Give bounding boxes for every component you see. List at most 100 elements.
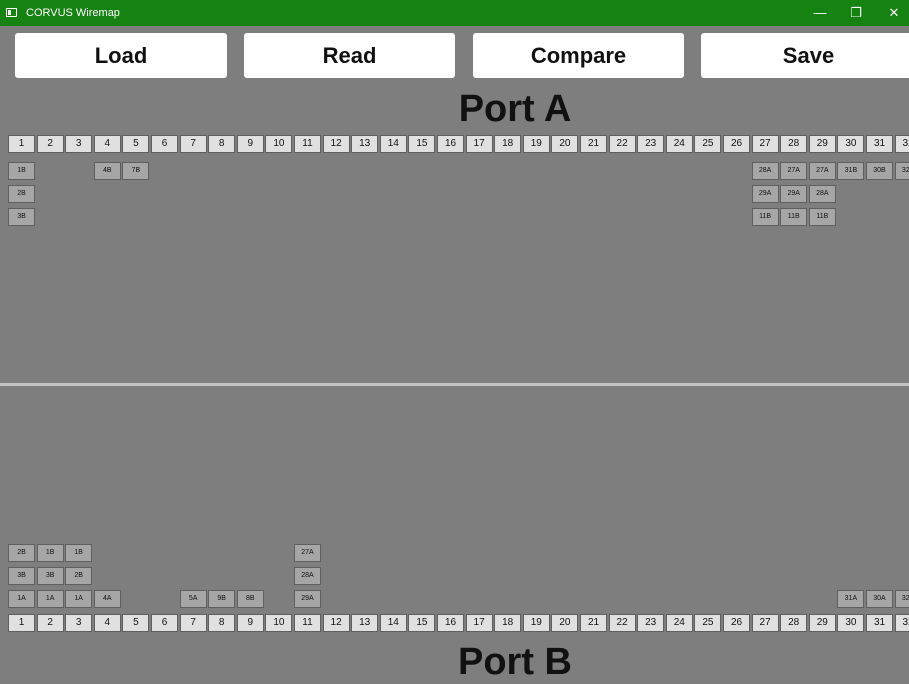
port-b-mapped-wire[interactable]: 1B [36, 544, 64, 562]
port-b-pin-32[interactable]: 32 [894, 614, 909, 632]
port-b-pin-18[interactable]: 18 [494, 614, 522, 632]
port-b-pin-17[interactable]: 17 [465, 614, 493, 632]
port-a-pin-8[interactable]: 8 [208, 135, 236, 153]
save-button[interactable]: Save [701, 33, 909, 78]
port-a-mapped-wire[interactable]: 27A [808, 162, 836, 180]
port-a-mapped-wire[interactable]: 31B [837, 162, 865, 180]
port-b-pin-10[interactable]: 10 [265, 614, 293, 632]
port-a-pin-19[interactable]: 19 [522, 135, 550, 153]
port-a-pin-32[interactable]: 32 [894, 135, 909, 153]
port-a-mapped-wire[interactable]: 1B [8, 162, 35, 180]
port-a-pin-11[interactable]: 11 [294, 135, 321, 153]
port-b-pin-6[interactable]: 6 [151, 614, 178, 632]
port-b-pin-4[interactable]: 4 [93, 614, 121, 632]
port-b-pin-19[interactable]: 19 [522, 614, 550, 632]
port-b-pin-13[interactable]: 13 [351, 614, 379, 632]
port-a-pin-12[interactable]: 12 [322, 135, 350, 153]
port-a-mapped-wire[interactable]: 4B [93, 162, 121, 180]
port-a-pin-16[interactable]: 16 [437, 135, 464, 153]
port-b-mapped-wire[interactable]: 3B [36, 567, 64, 585]
port-b-mapped-wire[interactable]: 30A [866, 590, 893, 608]
port-a-mapped-wire[interactable]: 7B [122, 162, 150, 180]
port-a-mapped-wire[interactable]: 32B [894, 162, 909, 180]
port-b-pin-5[interactable]: 5 [122, 614, 150, 632]
port-b-mapped-wire[interactable]: 32A [894, 590, 909, 608]
port-b-pin-14[interactable]: 14 [379, 614, 407, 632]
port-b-pin-26[interactable]: 26 [723, 614, 750, 632]
port-a-pin-17[interactable]: 17 [465, 135, 493, 153]
port-b-pin-3[interactable]: 3 [65, 614, 93, 632]
port-a-pin-24[interactable]: 24 [665, 135, 693, 153]
port-a-pin-15[interactable]: 15 [408, 135, 436, 153]
load-button[interactable]: Load [15, 33, 227, 78]
port-b-pin-29[interactable]: 29 [808, 614, 836, 632]
port-b-pin-24[interactable]: 24 [665, 614, 693, 632]
port-b-pin-23[interactable]: 23 [637, 614, 665, 632]
port-b-pin-25[interactable]: 25 [694, 614, 722, 632]
port-b-mapped-wire[interactable]: 4A [93, 590, 121, 608]
port-a-mapped-wire[interactable]: 27A [780, 162, 808, 180]
port-b-mapped-wire[interactable]: 1A [8, 590, 35, 608]
port-a-mapped-wire[interactable]: 28A [751, 162, 779, 180]
port-b-pin-30[interactable]: 30 [837, 614, 865, 632]
port-b-mapped-wire[interactable]: 28A [294, 567, 321, 585]
port-b-mapped-wire[interactable]: 9B [208, 590, 236, 608]
port-b-pin-9[interactable]: 9 [236, 614, 264, 632]
port-a-pin-13[interactable]: 13 [351, 135, 379, 153]
port-b-mapped-wire[interactable]: 8B [236, 590, 264, 608]
port-b-pin-22[interactable]: 22 [608, 614, 636, 632]
port-a-mapped-wire[interactable]: 11B [751, 208, 779, 226]
port-b-pin-16[interactable]: 16 [437, 614, 464, 632]
compare-button[interactable]: Compare [473, 33, 684, 78]
port-a-pin-23[interactable]: 23 [637, 135, 665, 153]
port-b-mapped-wire[interactable]: 31A [837, 590, 865, 608]
port-a-pin-29[interactable]: 29 [808, 135, 836, 153]
port-b-pin-11[interactable]: 11 [294, 614, 321, 632]
port-b-pin-12[interactable]: 12 [322, 614, 350, 632]
port-b-pin-1[interactable]: 1 [8, 614, 35, 632]
port-a-pin-26[interactable]: 26 [723, 135, 750, 153]
port-a-pin-31[interactable]: 31 [866, 135, 893, 153]
port-b-pin-21[interactable]: 21 [580, 614, 607, 632]
port-a-pin-20[interactable]: 20 [551, 135, 579, 153]
restore-button[interactable]: ❐ [844, 3, 868, 23]
port-a-pin-4[interactable]: 4 [93, 135, 121, 153]
port-b-mapped-wire[interactable]: 5A [179, 590, 207, 608]
port-b-mapped-wire[interactable]: 27A [294, 544, 321, 562]
port-b-pin-8[interactable]: 8 [208, 614, 236, 632]
port-a-pin-10[interactable]: 10 [265, 135, 293, 153]
port-b-mapped-wire[interactable]: 2B [8, 544, 35, 562]
port-a-mapped-wire[interactable]: 3B [8, 208, 35, 226]
port-a-pin-1[interactable]: 1 [8, 135, 35, 153]
port-a-mapped-wire[interactable]: 29A [780, 185, 808, 203]
close-button[interactable]: ✕ [882, 3, 906, 23]
port-a-pin-9[interactable]: 9 [236, 135, 264, 153]
port-b-mapped-wire[interactable]: 2B [65, 567, 93, 585]
port-a-pin-28[interactable]: 28 [780, 135, 808, 153]
port-a-mapped-wire[interactable]: 11B [808, 208, 836, 226]
read-button[interactable]: Read [244, 33, 455, 78]
port-a-pin-30[interactable]: 30 [837, 135, 865, 153]
port-b-pin-2[interactable]: 2 [36, 614, 64, 632]
port-a-mapped-wire[interactable]: 29A [751, 185, 779, 203]
port-b-mapped-wire[interactable]: 1B [65, 544, 93, 562]
port-b-mapped-wire[interactable]: 3B [8, 567, 35, 585]
minimize-button[interactable]: — [808, 3, 832, 23]
port-a-mapped-wire[interactable]: 28A [808, 185, 836, 203]
port-a-pin-25[interactable]: 25 [694, 135, 722, 153]
port-b-mapped-wire[interactable]: 1A [65, 590, 93, 608]
port-a-pin-3[interactable]: 3 [65, 135, 93, 153]
port-a-pin-21[interactable]: 21 [580, 135, 607, 153]
port-a-pin-18[interactable]: 18 [494, 135, 522, 153]
port-a-mapped-wire[interactable]: 30B [866, 162, 893, 180]
port-a-pin-27[interactable]: 27 [751, 135, 779, 153]
port-a-pin-2[interactable]: 2 [36, 135, 64, 153]
port-b-mapped-wire[interactable]: 1A [36, 590, 64, 608]
port-b-mapped-wire[interactable]: 29A [294, 590, 321, 608]
port-a-pin-14[interactable]: 14 [379, 135, 407, 153]
port-a-pin-6[interactable]: 6 [151, 135, 178, 153]
port-a-mapped-wire[interactable]: 11B [780, 208, 808, 226]
port-b-pin-7[interactable]: 7 [179, 614, 207, 632]
port-b-pin-20[interactable]: 20 [551, 614, 579, 632]
port-a-pin-7[interactable]: 7 [179, 135, 207, 153]
